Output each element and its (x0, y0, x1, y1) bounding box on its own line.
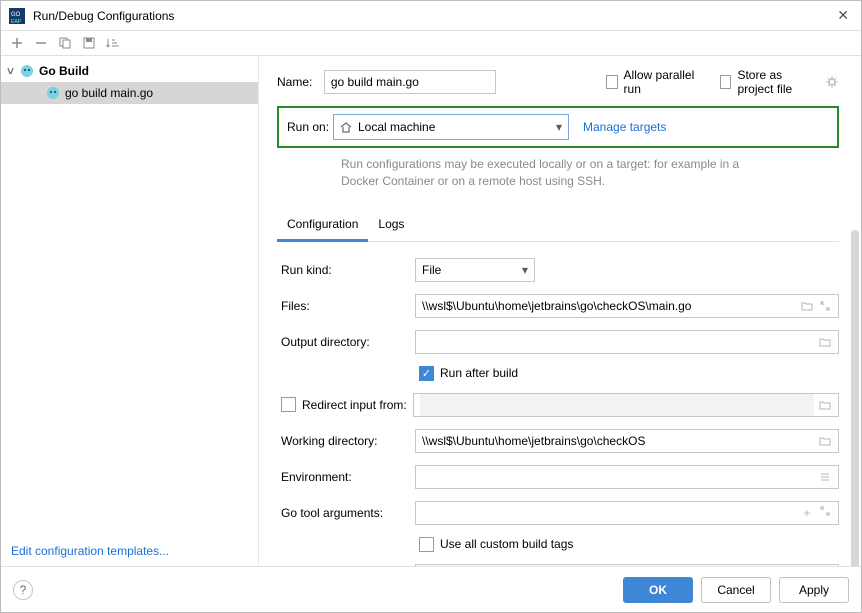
chevron-down-icon: ▾ (556, 120, 562, 134)
go-icon (19, 63, 35, 79)
app-icon: GOEAP (9, 8, 25, 24)
copy-icon[interactable] (57, 35, 73, 51)
tabs: Configuration Logs (277, 213, 839, 242)
gotool-input[interactable] (422, 502, 796, 524)
add-icon[interactable] (9, 35, 25, 51)
checkbox-icon (720, 75, 732, 89)
allow-parallel-checkbox[interactable]: Allow parallel run (606, 68, 696, 96)
toolbar (1, 31, 861, 55)
svg-text:EAP: EAP (11, 19, 22, 24)
redirect-input-field[interactable] (420, 394, 814, 416)
redirect-input-label: Redirect input from: (302, 398, 407, 412)
list-icon[interactable] (818, 472, 832, 482)
run-on-label: Run on: (287, 120, 333, 134)
config-tree: ˅ Go Build go build main.go (1, 56, 258, 536)
env-label: Environment: (277, 470, 415, 484)
checkbox-checked-icon: ✓ (419, 366, 434, 381)
output-dir-label: Output directory: (277, 335, 415, 349)
run-on-panel: Run on: Local machine ▾ Manage targets (277, 106, 839, 148)
expand-icon[interactable] (818, 301, 832, 311)
save-icon[interactable] (81, 35, 97, 51)
redirect-input-checkbox[interactable] (281, 397, 296, 412)
custom-tags-label: Use all custom build tags (440, 537, 573, 551)
output-dir-input[interactable] (422, 331, 814, 353)
expand-icon[interactable] (818, 506, 832, 520)
gotool-label: Go tool arguments: (277, 506, 415, 520)
folder-icon[interactable] (800, 301, 814, 311)
tree-item-selected[interactable]: go build main.go (1, 82, 258, 104)
sort-icon[interactable] (105, 35, 121, 51)
window-title: Run/Debug Configurations (33, 9, 833, 23)
folder-icon[interactable] (818, 436, 832, 446)
edit-templates-link[interactable]: Edit configuration templates... (1, 536, 258, 566)
tree-parent-go-build[interactable]: ˅ Go Build (1, 60, 258, 82)
manage-targets-link[interactable]: Manage targets (583, 120, 666, 134)
files-input[interactable] (422, 295, 796, 317)
store-project-checkbox[interactable]: Store as project file (720, 68, 819, 96)
ok-button[interactable]: OK (623, 577, 693, 603)
custom-tags-checkbox[interactable]: Use all custom build tags (419, 537, 839, 552)
checkbox-icon (419, 537, 434, 552)
run-after-build-label: Run after build (440, 366, 518, 380)
remove-icon[interactable] (33, 35, 49, 51)
close-icon[interactable]: ✕ (833, 7, 853, 24)
run-kind-value: File (422, 263, 441, 277)
plus-icon[interactable]: + (800, 506, 814, 520)
folder-icon[interactable] (818, 337, 832, 347)
folder-icon[interactable] (818, 400, 832, 410)
chevron-down-icon[interactable]: ˅ (7, 64, 19, 78)
apply-button[interactable]: Apply (779, 577, 849, 603)
gear-icon[interactable] (825, 75, 839, 89)
help-icon[interactable]: ? (13, 580, 33, 600)
run-kind-select[interactable]: File ▾ (415, 258, 535, 282)
tab-logs[interactable]: Logs (368, 213, 414, 241)
scrollbar[interactable] (851, 230, 859, 566)
chevron-down-icon: ▾ (522, 263, 528, 277)
tree-item-label: go build main.go (65, 86, 153, 100)
run-on-value: Local machine (358, 120, 435, 134)
allow-parallel-label: Allow parallel run (624, 68, 696, 96)
workdir-label: Working directory: (277, 434, 415, 448)
run-kind-label: Run kind: (277, 263, 415, 277)
prog-args-input[interactable] (422, 565, 796, 566)
name-input[interactable] (324, 70, 496, 94)
titlebar: GOEAP Run/Debug Configurations ✕ (1, 1, 861, 31)
env-input[interactable] (422, 466, 814, 488)
svg-text:GO: GO (11, 12, 21, 18)
store-project-label: Store as project file (737, 68, 819, 96)
cancel-button[interactable]: Cancel (701, 577, 771, 603)
run-on-hint: Run configurations may be executed local… (341, 156, 741, 191)
files-label: Files: (277, 299, 415, 313)
checkbox-icon (606, 75, 618, 89)
workdir-input[interactable] (422, 430, 814, 452)
name-label: Name: (277, 75, 324, 89)
home-icon (340, 121, 352, 133)
tree-parent-label: Go Build (39, 64, 89, 78)
run-after-build-checkbox[interactable]: ✓ Run after build (419, 366, 839, 381)
run-on-select[interactable]: Local machine ▾ (333, 114, 569, 140)
tab-configuration[interactable]: Configuration (277, 213, 368, 242)
go-icon (45, 85, 61, 101)
